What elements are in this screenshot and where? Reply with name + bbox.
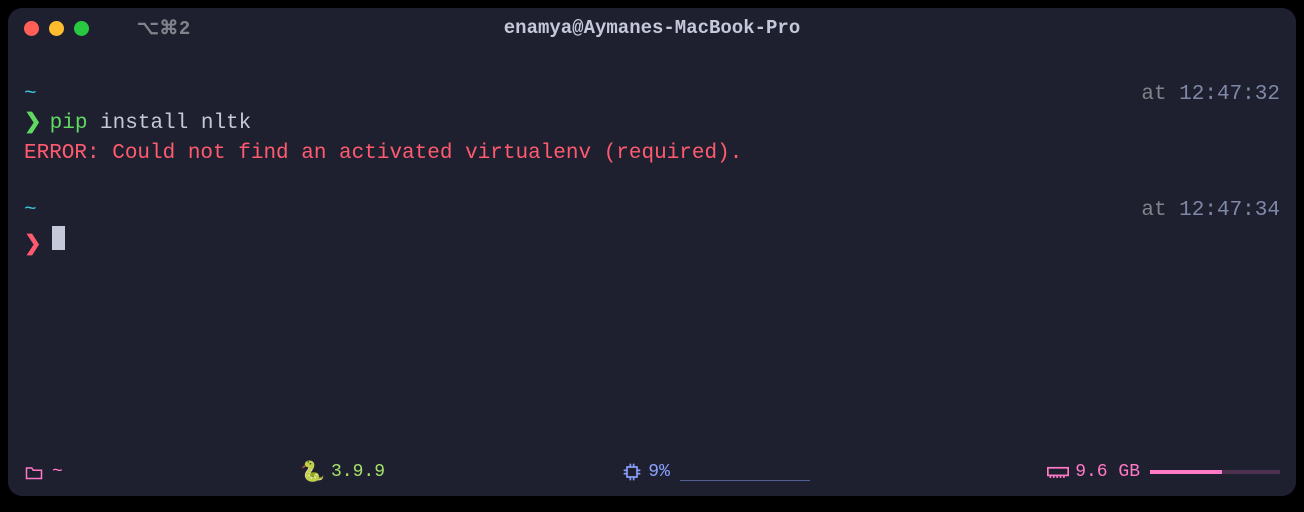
tab-shortcut-label: ⌥⌘2: [137, 17, 191, 40]
titlebar: ⌥⌘2 enamya@Aymanes-MacBook-Pro: [8, 8, 1296, 48]
cursor: [52, 226, 65, 250]
python-version: 3.9.9: [331, 462, 385, 482]
fullscreen-button[interactable]: [74, 21, 89, 36]
folder-icon: [24, 465, 44, 480]
timestamp: at 12:47:32: [1141, 80, 1280, 109]
timestamp: at 12:47:34: [1141, 196, 1280, 225]
command-line: ❯: [24, 226, 1280, 260]
error-output: ERROR: Could not find an activated virtu…: [24, 139, 1280, 168]
status-python: 🐍 3.9.9: [300, 459, 385, 485]
statusbar: ~ 🐍 3.9.9 9% 9.6 GB: [8, 456, 1296, 496]
status-cwd: ~: [24, 462, 63, 482]
cpu-graph: [680, 463, 810, 481]
cwd-path: ~: [24, 196, 37, 225]
time-value: 12:47:34: [1179, 199, 1280, 222]
minimize-button[interactable]: [49, 21, 64, 36]
terminal-window: ⌥⌘2 enamya@Aymanes-MacBook-Pro ~ at 12:4…: [8, 8, 1296, 496]
status-cwd-label: ~: [52, 462, 63, 482]
prompt-line: ~ at 12:47:34: [24, 196, 1280, 225]
command-line: ❯ pip install nltk: [24, 109, 1280, 138]
memory-value: 9.6 GB: [1075, 462, 1140, 482]
cwd-path: ~: [24, 80, 37, 109]
memory-icon: [1047, 464, 1069, 480]
memory-bar: [1150, 470, 1280, 474]
window-title: enamya@Aymanes-MacBook-Pro: [504, 17, 800, 39]
cpu-percent: 9%: [648, 462, 670, 482]
snake-icon: 🐍: [300, 459, 325, 485]
chip-icon: [622, 462, 642, 482]
command-name: pip: [50, 109, 88, 138]
traffic-lights: [24, 21, 89, 36]
status-cpu: 9%: [622, 462, 810, 482]
status-memory: 9.6 GB: [1047, 462, 1280, 482]
prompt-symbol: ❯: [24, 109, 42, 138]
at-label: at: [1141, 199, 1166, 222]
at-label: at: [1141, 83, 1166, 106]
command-args: install nltk: [100, 109, 251, 138]
time-value: 12:47:32: [1179, 83, 1280, 106]
terminal-body[interactable]: ~ at 12:47:32 ❯ pip install nltk ERROR: …: [8, 48, 1296, 456]
prompt-line: ~ at 12:47:32: [24, 80, 1280, 109]
close-button[interactable]: [24, 21, 39, 36]
prompt-symbol: ❯: [24, 231, 42, 260]
